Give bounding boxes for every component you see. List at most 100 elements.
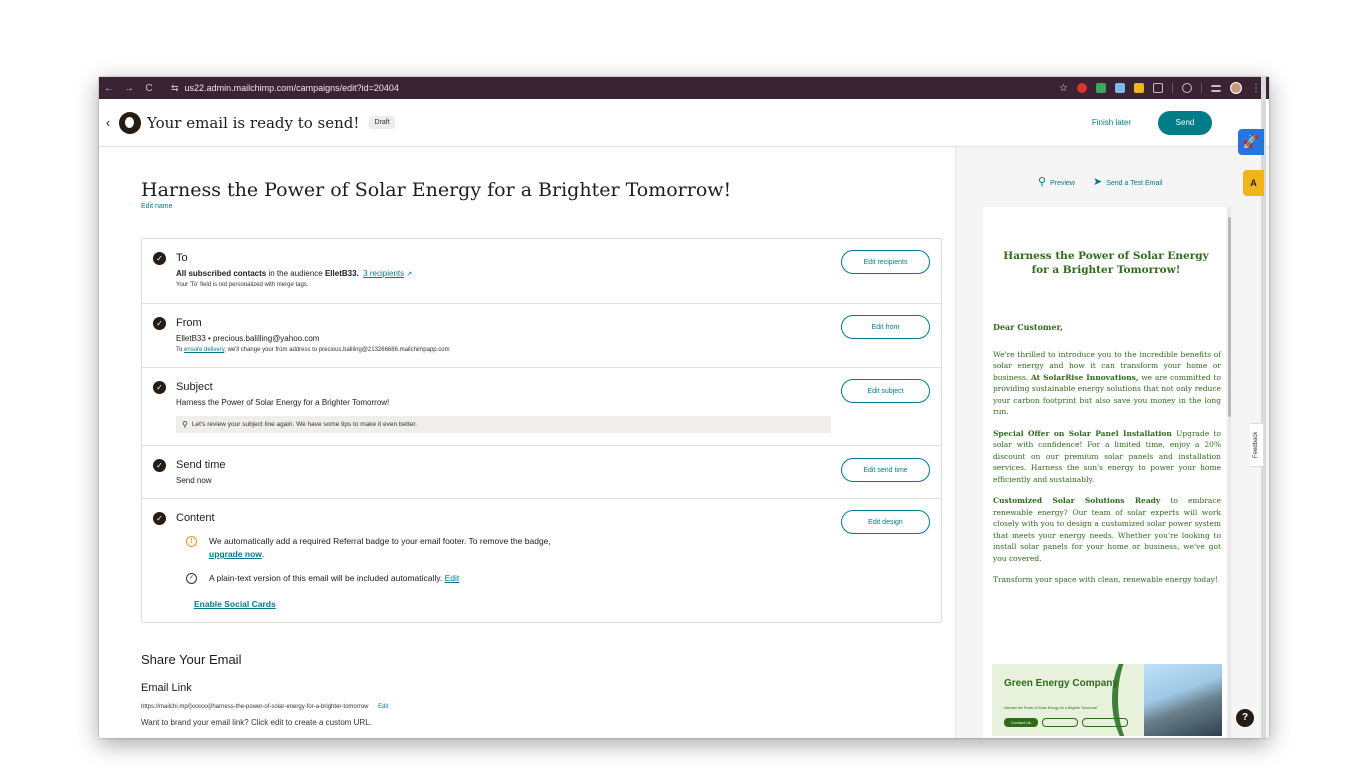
extension-red-icon[interactable] <box>1077 83 1087 93</box>
plain-text-notice: ✓ A plain-text version of this email wil… <box>186 573 459 584</box>
audience-name: ElletB33. <box>324 269 359 278</box>
finish-later-link[interactable]: Finish later <box>1092 118 1131 127</box>
paragraph-3-text: to embrace renewable energy? Our team of… <box>993 496 1221 563</box>
check-complete-icon: ✓ <box>153 459 166 472</box>
row-title: Send time <box>176 459 226 471</box>
reload-icon[interactable]: C <box>139 83 159 94</box>
to-field-note: Your 'To' field is not personalized with… <box>176 282 309 288</box>
preview-label: Preview <box>1050 180 1075 187</box>
banner-subtitle: Harness the Power of Solar Energy for a … <box>1004 706 1098 710</box>
banner-title: Green Energy Company <box>1004 678 1118 689</box>
extensions-area: ☆ ⋮ <box>1059 82 1269 94</box>
edit-send-time-button[interactable]: Edit send time <box>841 458 930 482</box>
external-link-icon[interactable]: ↗ <box>406 271 412 278</box>
send-test-email-link[interactable]: ➤ Send a Test Email <box>1093 175 1163 188</box>
paragraph-2-heading: Special Offer on Solar Panel Installatio… <box>993 428 1172 438</box>
recipients-link[interactable]: 3 recipients <box>363 269 404 278</box>
send-button[interactable]: Send <box>1158 110 1212 135</box>
email-greeting: Dear Customer, <box>993 322 1063 332</box>
campaign-title: Harness the Power of Solar Energy for a … <box>141 179 732 201</box>
checklist-row-from: ✓ From ElletB33 • precious.balilling@yah… <box>142 304 941 368</box>
campaign-checklist-panel: Harness the Power of Solar Energy for a … <box>99 147 955 738</box>
paragraph-1-company: At SolarRise Innovations, <box>1030 372 1139 382</box>
reading-list-icon[interactable] <box>1211 84 1221 92</box>
campaign-header: ‹ Your email is ready to send! Draft Fin… <box>99 99 1269 147</box>
preview-scrollbar[interactable] <box>1228 207 1231 738</box>
recipients-summary: All subscribed contacts in the audience … <box>176 269 412 278</box>
browser-toolbar: ← → C ⇆ us22.admin.mailchimp.com/campaig… <box>99 77 1269 99</box>
send-test-label: Send a Test Email <box>1106 180 1163 187</box>
paper-plane-icon: ➤ <box>1092 176 1103 188</box>
back-arrow-icon[interactable]: ← <box>99 83 119 94</box>
preview-scroll-thumb[interactable] <box>1228 217 1231 417</box>
preview-link[interactable]: ⚲ Preview <box>1038 175 1075 188</box>
bookmark-star-icon[interactable]: ☆ <box>1059 83 1068 94</box>
banner-contact-button: Contact Us <box>1004 718 1038 727</box>
checklist-row-send-time: ✓ Send time Send now Edit send time <box>142 446 941 499</box>
history-icon[interactable] <box>1182 83 1192 93</box>
app-window: ← → C ⇆ us22.admin.mailchimp.com/campaig… <box>99 77 1269 738</box>
email-preview[interactable]: Harness the Power of Solar Energy for a … <box>983 207 1226 738</box>
extension-green-icon[interactable] <box>1096 83 1106 93</box>
help-icon[interactable]: ? <box>1236 709 1254 727</box>
toolbar-separator <box>1172 83 1173 93</box>
profile-avatar[interactable] <box>1230 82 1242 94</box>
email-banner-image: Green Energy Company Harness the Power o… <box>992 664 1222 736</box>
upgrade-now-link[interactable]: upgrade now <box>209 549 262 559</box>
mailchimp-logo-icon[interactable] <box>119 111 141 134</box>
alert-extension-icon[interactable]: A <box>1243 170 1264 196</box>
edit-design-button[interactable]: Edit design <box>841 510 930 534</box>
back-chevron-icon[interactable]: ‹ <box>99 115 117 130</box>
checklist: ✓ To All subscribed contacts in the audi… <box>141 238 942 623</box>
lightbulb-icon: ⚲ <box>182 420 188 429</box>
feedback-tab[interactable]: Feedback <box>1250 423 1264 467</box>
site-settings-icon[interactable]: ⇆ <box>171 83 179 94</box>
paragraph-3-heading: Customized Solar Solutions Ready <box>993 496 1161 505</box>
brand-link-hint: Want to brand your email link? Click edi… <box>141 718 372 727</box>
email-preview-panel: ⚲ Preview ➤ Send a Test Email Harness the … <box>955 147 1269 738</box>
check-complete-icon: ✓ <box>153 252 166 265</box>
delivery-note: To ensure delivery, we'll change your fr… <box>176 347 450 353</box>
check-complete-icon: ✓ <box>153 512 166 525</box>
email-link-url: https://mailchi.mp/[xxxxxx]/harness-the-… <box>141 704 388 710</box>
row-title: Subject <box>176 381 213 393</box>
row-title: From <box>176 317 202 329</box>
email-paragraph-3: Customized Solar Solutions Ready to embr… <box>993 495 1221 564</box>
email-link-text[interactable]: https://mailchi.mp/[xxxxxx]/harness-the-… <box>141 704 368 710</box>
browser-menu-icon[interactable]: ⋮ <box>1251 83 1261 94</box>
extension-rocket-icon[interactable] <box>1115 83 1125 93</box>
edit-recipients-button[interactable]: Edit recipients <box>841 250 930 274</box>
ensure-delivery-link[interactable]: ensure delivery <box>184 347 224 353</box>
edit-from-button[interactable]: Edit from <box>841 315 930 339</box>
page-title: Your email is ready to send! <box>147 113 360 132</box>
banner-phone-pill <box>1042 718 1078 727</box>
delivery-note-suffix: , we'll change your from address to prec… <box>224 347 450 353</box>
audience-connector: in the audience <box>266 269 325 278</box>
banner-website-pill <box>1082 718 1128 727</box>
check-complete-icon: ✓ <box>153 381 166 394</box>
delivery-note-prefix: To <box>176 347 185 353</box>
checklist-row-content: ✓ Content ! We automatically add a requi… <box>142 499 941 623</box>
share-section-title: Share Your Email <box>141 652 242 667</box>
checklist-row-subject: ✓ Subject Harness the Power of Solar Ene… <box>142 368 941 446</box>
email-paragraph-2: Special Offer on Solar Panel Installatio… <box>993 428 1221 486</box>
address-bar[interactable]: ⇆ us22.admin.mailchimp.com/campaigns/edi… <box>163 80 407 96</box>
send-time-value: Send now <box>176 476 212 485</box>
from-address: ElletB33 • precious.balilling@yahoo.com <box>176 334 320 343</box>
edit-subject-button[interactable]: Edit subject <box>841 379 930 403</box>
rocket-extension-icon[interactable]: 🚀 <box>1238 129 1264 155</box>
edit-name-link[interactable]: Edit name <box>141 203 173 210</box>
check-circle-icon: ✓ <box>186 573 197 584</box>
preview-actions: ⚲ Preview ➤ Send a Test Email <box>1038 175 1162 188</box>
warning-icon: ! <box>186 536 197 547</box>
plain-text-edit-link[interactable]: Edit <box>445 573 460 583</box>
url-text: us22.admin.mailchimp.com/campaigns/edit?… <box>184 83 399 93</box>
social-cards-row: Enable Social Cards <box>194 599 276 609</box>
plain-text-label: A plain-text version of this email will … <box>209 573 443 583</box>
extension-yellow-icon[interactable] <box>1134 83 1144 93</box>
email-link-title: Email Link <box>141 682 192 694</box>
edit-email-link[interactable]: Edit <box>378 704 388 710</box>
extensions-puzzle-icon[interactable] <box>1153 83 1163 93</box>
enable-social-cards-link[interactable]: Enable Social Cards <box>194 599 276 609</box>
forward-arrow-icon[interactable]: → <box>119 83 139 94</box>
